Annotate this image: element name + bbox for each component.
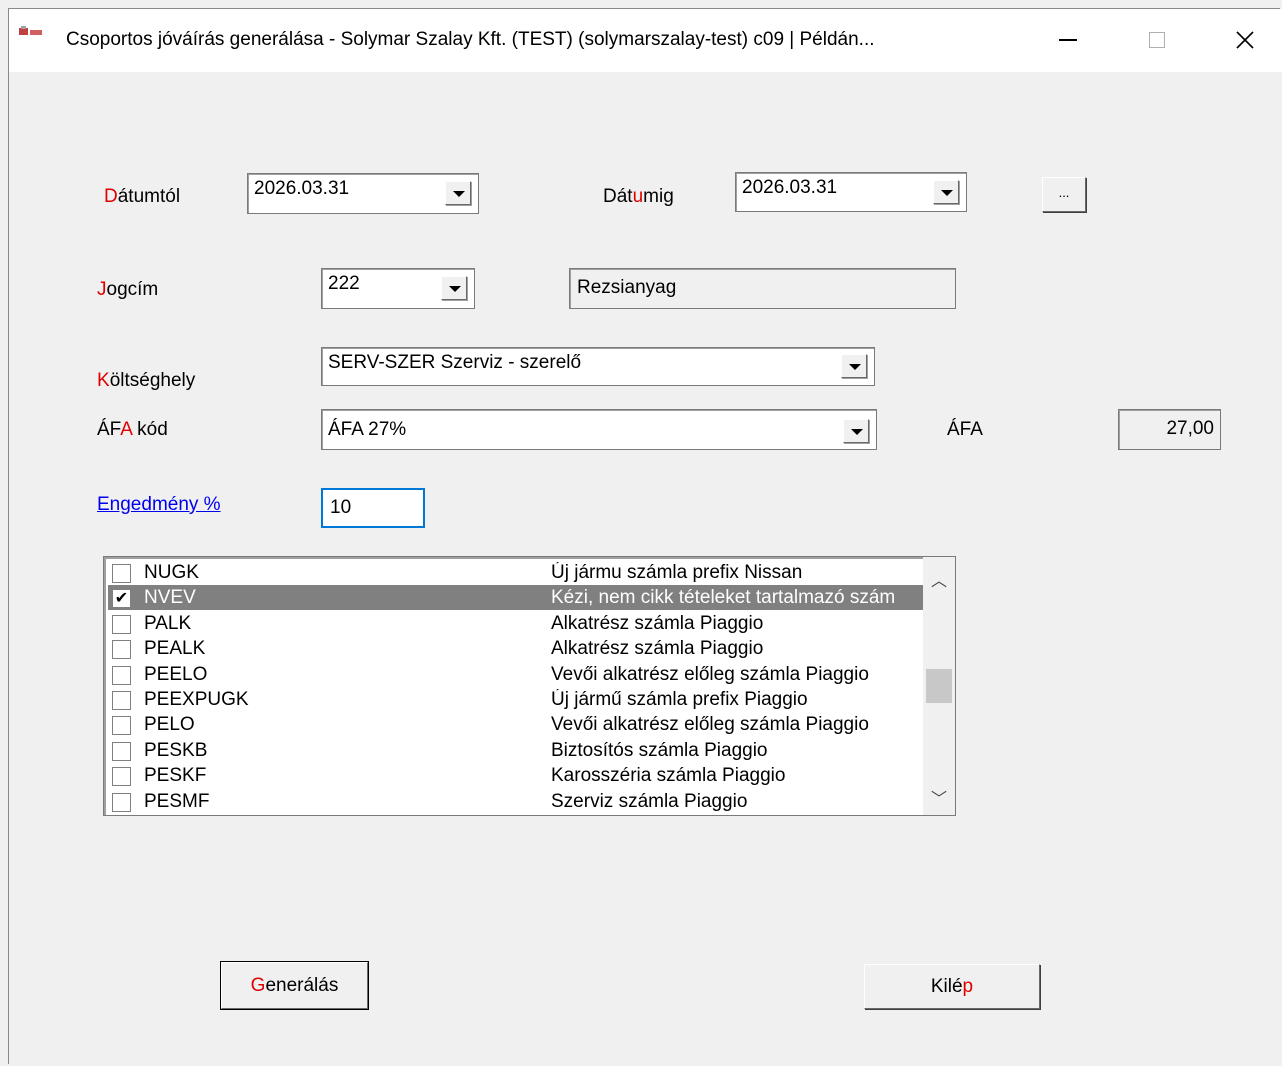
koltseghely-value: SERV-SZER Szerviz - szerelő [328, 352, 582, 373]
list-item-code: PESKF [144, 765, 207, 787]
scroll-down-icon[interactable]: ﹀ [931, 785, 947, 809]
checkbox[interactable] [112, 665, 131, 685]
chevron-down-icon[interactable] [841, 354, 867, 378]
list-item[interactable]: PESMF Szerviz számla Piaggio [108, 789, 924, 814]
date-to-label: Dátumig [603, 186, 674, 207]
generalas-button[interactable]: Generálás [220, 961, 369, 1010]
list-item-description: Szerviz számla Piaggio [551, 790, 748, 812]
checkbox[interactable] [112, 614, 131, 634]
list-item-code: PEEXPUGK [144, 689, 249, 710]
chevron-down-icon[interactable] [843, 419, 869, 443]
kilep-button[interactable]: Kilép [864, 964, 1040, 1009]
close-button[interactable] [1225, 22, 1265, 58]
list-item-description: Karosszéria számla Piaggio [551, 765, 786, 787]
list-item-code: PESMF [144, 790, 210, 812]
list-item-description: Alkatrész számla Piaggio [551, 612, 764, 634]
koltseghely-label: Költséghely [97, 370, 196, 391]
list-item[interactable]: ✔ NVEV Kézi, nem cikk tételeket tartalmazó… [108, 585, 924, 611]
minimize-icon [1059, 39, 1077, 41]
afa-value-field: 27,00 [1118, 409, 1221, 450]
date-to-value: 2026.03.31 [742, 177, 838, 198]
list-item[interactable]: PESKF Karosszéria számla Piaggio [108, 763, 924, 788]
list-item[interactable]: NUGK Új jármu számla prefix Nissan [108, 560, 924, 585]
list-item-description: Alkatrész számla Piaggio [551, 638, 764, 660]
engedmeny-input[interactable]: 10 [321, 488, 425, 528]
list-item-description: Kézi, nem cikk tételeket tartalmazó szám [551, 587, 896, 609]
checkbox[interactable] [112, 564, 131, 583]
list-item-code: NUGK [144, 562, 199, 583]
minimize-button[interactable] [1048, 22, 1088, 58]
list-item-description: Biztosítós számla Piaggio [551, 739, 768, 761]
afa-kod-label: ÁFA kód [97, 419, 168, 440]
document-type-list[interactable]: NUGK Új jármu számla prefix Nissan ✔ NVEV Ké… [103, 556, 956, 816]
list-item[interactable]: PELO Vevői alkatrész előleg számla Piaggi… [108, 712, 924, 737]
list-item-description: Vevői alkatrész előleg számla Piaggio [551, 663, 869, 685]
jogcim-name-field: Rezsianyag [569, 268, 956, 309]
date-from-label: Dátumtól [104, 186, 181, 207]
list-item[interactable]: PESKB Biztosítós számla Piaggio [108, 738, 924, 763]
checkbox[interactable] [112, 767, 131, 787]
chevron-down-icon[interactable] [445, 181, 471, 205]
date-from-value: 2026.03.31 [254, 178, 350, 199]
date-to-combo[interactable]: 2026.03.31 [735, 172, 967, 212]
scrollbar[interactable]: ︿ ﹀ [923, 557, 955, 815]
list-item-description: Új jármu számla prefix Nissan [551, 562, 803, 583]
list-item-code: NVEV [144, 587, 196, 609]
more-button[interactable]: ... [1042, 177, 1086, 212]
list-item-code: PALK [144, 612, 192, 634]
list-item[interactable]: PEALK Alkatrész számla Piaggio [108, 636, 924, 661]
maximize-button[interactable] [1137, 22, 1177, 58]
checkbox[interactable] [112, 691, 131, 710]
scroll-up-icon[interactable]: ︿ [931, 567, 947, 591]
checkbox[interactable]: ✔ [112, 589, 131, 609]
list-item-code: PEELO [144, 663, 208, 685]
maximize-icon [1149, 32, 1165, 48]
app-icon [19, 26, 42, 35]
checkbox[interactable] [112, 792, 131, 812]
list-item[interactable]: PEELO Vevői alkatrész előleg számla Piagg… [108, 662, 924, 687]
list-item-description: Vevői alkatrész előleg számla Piaggio [551, 714, 869, 736]
scrollbar-thumb[interactable] [926, 669, 952, 703]
chevron-down-icon[interactable] [441, 276, 467, 300]
window-frame [8, 8, 1280, 1064]
list-item-code: PELO [144, 714, 195, 736]
jogcim-code: 222 [328, 273, 360, 294]
list-item-description: Új jármű számla prefix Piaggio [551, 689, 808, 710]
afa-kod-value: ÁFA 27% [328, 419, 407, 440]
list-item-code: PEALK [144, 638, 206, 660]
list-item[interactable]: PALK Alkatrész számla Piaggio [108, 611, 924, 636]
checkbox[interactable] [112, 640, 131, 660]
engedmeny-link[interactable]: Engedmény % [97, 494, 221, 516]
list-item[interactable]: PEEXPUGK Új jármű számla prefix Piaggio [108, 687, 924, 712]
afa-kod-combo[interactable]: ÁFA 27% [321, 409, 877, 450]
close-icon [1236, 31, 1254, 49]
koltseghely-combo[interactable]: SERV-SZER Szerviz - szerelő [321, 347, 875, 386]
afa-label: ÁFA [947, 419, 983, 440]
checkbox[interactable] [112, 741, 131, 761]
checkbox[interactable] [112, 716, 131, 736]
list-item-code: PESKB [144, 739, 208, 761]
jogcim-label: Jogcím [97, 279, 159, 300]
window-title: Csoportos jóváírás generálása - Solymar … [66, 29, 875, 50]
chevron-down-icon[interactable] [933, 180, 959, 204]
date-from-combo[interactable]: 2026.03.31 [247, 173, 479, 214]
jogcim-combo[interactable]: 222 [321, 268, 475, 309]
